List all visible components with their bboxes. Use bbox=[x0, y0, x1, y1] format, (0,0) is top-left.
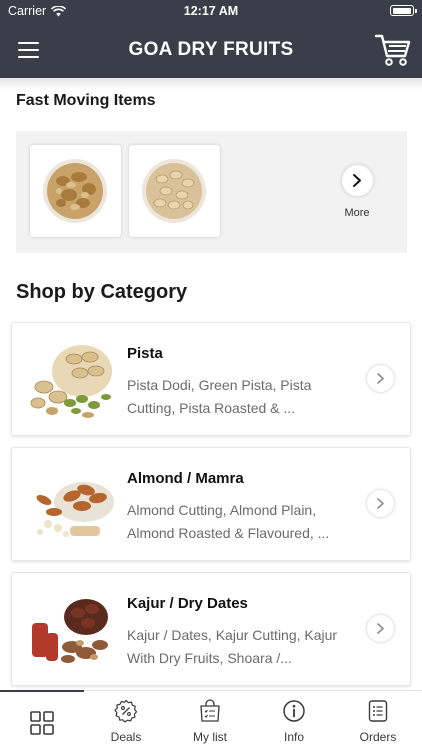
tab-home[interactable] bbox=[0, 690, 84, 750]
chevron-right-icon bbox=[377, 373, 384, 384]
fast-moving-title: Fast Moving Items bbox=[16, 92, 156, 109]
category-card-almond[interactable]: Almond / Mamra Almond Cutting, Almond Pl… bbox=[11, 447, 411, 561]
category-open-button[interactable] bbox=[367, 490, 394, 517]
app-title: GOA DRY FRUITS bbox=[128, 39, 294, 60]
app-header: GOA DRY FRUITS bbox=[0, 22, 422, 78]
category-card-pista[interactable]: Pista Pista Dodi, Green Pista, Pista Cut… bbox=[11, 322, 411, 436]
info-icon bbox=[283, 700, 305, 722]
chevron-right-icon bbox=[353, 174, 361, 187]
category-name: Kajur / Dry Dates bbox=[127, 595, 248, 612]
fast-moving-panel: More bbox=[16, 131, 407, 253]
shop-by-category-title: Shop by Category bbox=[16, 281, 188, 303]
dates-image bbox=[32, 599, 108, 663]
tab-info[interactable]: Info bbox=[252, 691, 336, 750]
category-open-button[interactable] bbox=[367, 365, 394, 392]
walnut-bowl-image bbox=[43, 159, 107, 223]
tab-deals[interactable]: Deals bbox=[84, 691, 168, 750]
chevron-right-icon bbox=[377, 498, 384, 509]
pistachio-image bbox=[30, 345, 112, 418]
status-time: 12:17 AM bbox=[183, 4, 239, 18]
fast-moving-item-walnut[interactable] bbox=[30, 145, 121, 237]
tab-label: Info bbox=[283, 730, 304, 744]
almond-image bbox=[36, 482, 114, 537]
tab-label: Orders bbox=[359, 730, 397, 744]
category-open-button[interactable] bbox=[367, 615, 394, 642]
category-description: Almond Cutting, Almond Plain, Almond Roa… bbox=[127, 502, 330, 541]
tab-label: My list bbox=[193, 730, 227, 744]
grid-icon bbox=[30, 711, 54, 735]
more-label[interactable]: More bbox=[334, 207, 380, 219]
fast-moving-item-pistachio[interactable] bbox=[129, 145, 220, 237]
category-card-dates[interactable]: Kajur / Dry Dates Kajur / Dates, Kajur C… bbox=[11, 572, 411, 686]
category-name: Almond / Mamra bbox=[127, 470, 244, 487]
pistachio-bowl-image bbox=[142, 159, 206, 223]
category-name: Pista bbox=[127, 345, 163, 362]
more-button[interactable] bbox=[342, 165, 373, 196]
tab-orders[interactable]: Orders bbox=[336, 691, 420, 750]
chevron-right-icon bbox=[377, 623, 384, 634]
tab-my-list[interactable]: My list bbox=[168, 691, 252, 750]
category-description: Pista Dodi, Green Pista, Pista Cutting, … bbox=[127, 377, 312, 416]
category-description: Kajur / Dates, Kajur Cutting, Kajur With… bbox=[127, 627, 338, 666]
badge-percent-icon bbox=[114, 699, 138, 723]
tab-label: Deals bbox=[110, 730, 142, 744]
status-bar: Carrier 12:17 AM bbox=[0, 0, 422, 22]
home-content[interactable]: Fast Moving Items More Shop by Category … bbox=[0, 78, 422, 690]
battery-icon bbox=[390, 5, 417, 16]
orders-list-icon bbox=[368, 700, 388, 722]
bottom-tab-bar: Deals My list Info Orders bbox=[0, 690, 422, 750]
shopping-cart-icon[interactable] bbox=[374, 30, 412, 68]
shopping-bag-list-icon bbox=[200, 699, 220, 722]
